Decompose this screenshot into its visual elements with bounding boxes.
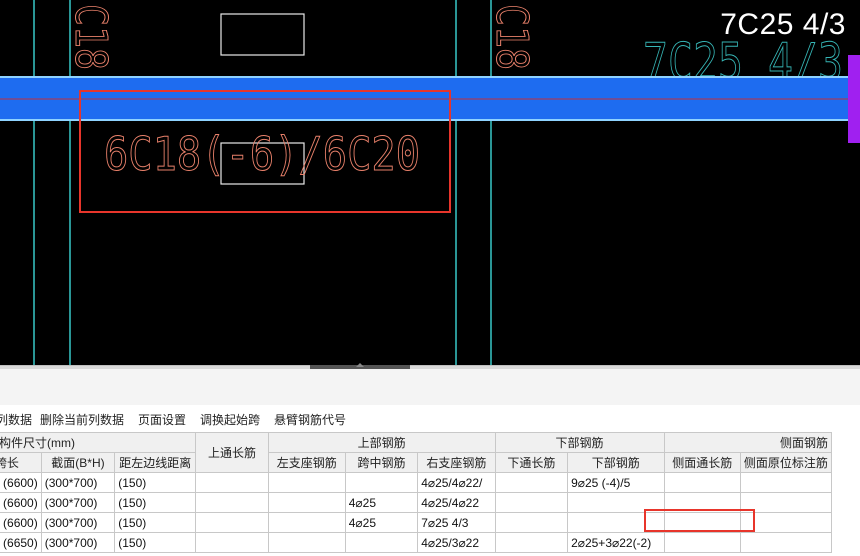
table-cell-span-len[interactable]: (6650): [0, 532, 42, 553]
group-header-side-rebar: 侧面钢筋: [663, 432, 832, 453]
table-cell-mid-span[interactable]: 4⌀25: [344, 512, 419, 533]
table-cell-bottom[interactable]: 9⌀25 (-4)/5: [567, 472, 665, 493]
cad-canvas[interactable]: C18 C18 7C25 4/3 6C18(-6)/6C20: [0, 0, 860, 365]
group-header-top-rebar: 上部钢筋: [267, 432, 496, 453]
table-cell-left-support[interactable]: [267, 512, 346, 533]
table-cell-span-len[interactable]: (6600): [0, 492, 42, 513]
table-cell-section[interactable]: (300*700): [40, 532, 116, 553]
table-cell-offset[interactable]: (150): [114, 492, 197, 513]
column-outline[interactable]: [220, 13, 305, 56]
table-cell-section[interactable]: (300*700): [40, 512, 116, 533]
column-rebar-label-left: C18: [65, 4, 116, 70]
table-cell-bottom-through[interactable]: [494, 512, 569, 533]
group-header-bottom-rebar: 下部钢筋: [494, 432, 665, 453]
table-cell-left-support[interactable]: [267, 532, 346, 553]
table-cell-top-through[interactable]: [195, 512, 269, 533]
col-header-side-web[interactable]: 侧面原位标注筋: [739, 452, 833, 473]
table-cell-right-support[interactable]: 4⌀25/4⌀22: [417, 492, 496, 513]
table-cell-span-len[interactable]: (6600): [0, 512, 42, 533]
table-cell-mid-span[interactable]: 4⌀25: [344, 492, 419, 513]
table-cell-left-support[interactable]: [267, 492, 346, 513]
table-cell-bottom-through[interactable]: [494, 532, 569, 553]
table-cell-bottom[interactable]: 2⌀25+3⌀22(-2): [567, 532, 665, 553]
toolbar-copy-column-button[interactable]: 列数据: [0, 411, 32, 428]
col-header-mid-span[interactable]: 跨中钢筋: [344, 452, 419, 473]
span-table-panel: 构件尺寸(mm) 上通长筋 上部钢筋 下部钢筋 侧面钢筋 跨长 截面(B*H) …: [0, 432, 860, 556]
side-tab[interactable]: [848, 55, 860, 143]
table-row[interactable]: (6600) (300*700) (150) 4⌀25/4⌀22/9⌀25 (-4)/…: [0, 472, 833, 493]
col-header-side-through[interactable]: 侧面通长筋: [663, 452, 741, 473]
beam-rebar-annotation[interactable]: 6C18(-6)/6C20: [104, 127, 421, 182]
table-cell-side-through[interactable]: [663, 472, 741, 493]
table-cell-right-support[interactable]: 4⌀25/4⌀22/: [417, 472, 496, 493]
table-cell-top-through[interactable]: [195, 472, 269, 493]
group-header-dims: 构件尺寸(mm): [0, 432, 197, 453]
span-table: 构件尺寸(mm) 上通长筋 上部钢筋 下部钢筋 侧面钢筋 跨长 截面(B*H) …: [0, 432, 833, 553]
col-header-left-support[interactable]: 左支座钢筋: [267, 452, 346, 473]
splitter-arrow-icon[interactable]: [356, 363, 364, 367]
table-cell-top-through[interactable]: [195, 532, 269, 553]
table-cell-mid-span[interactable]: [344, 532, 419, 553]
table-cell-offset[interactable]: (150): [114, 512, 197, 533]
toolbar-delete-column-button[interactable]: 删除当前列数据: [40, 411, 124, 428]
hud-label: 7C25 4/3: [720, 8, 846, 41]
col-header-bottom[interactable]: 下部钢筋: [567, 452, 665, 473]
col-header-bottom-through[interactable]: 下通长筋: [494, 452, 569, 473]
col-header-right-support[interactable]: 右支座钢筋: [417, 452, 496, 473]
table-cell-mid-span[interactable]: [344, 472, 419, 493]
col-header-top-through[interactable]: 上通长筋: [195, 432, 269, 473]
toolbar-swap-start-span-button[interactable]: 调换起始跨: [200, 411, 260, 428]
cell-highlight-box: [644, 509, 755, 532]
table-cell-side-web[interactable]: [739, 532, 833, 553]
table-row[interactable]: (6650) (300*700) (150) 4⌀25/3⌀22 2⌀25+3⌀22(-…: [0, 532, 833, 553]
toolbar-page-setup-button[interactable]: 页面设置: [138, 411, 186, 428]
table-toolbar: 列数据 删除当前列数据 页面设置 调换起始跨 悬臂钢筋代号: [0, 405, 860, 432]
table-cell-offset[interactable]: (150): [114, 472, 197, 493]
column-rebar-label-right: C18: [486, 4, 537, 70]
table-cell-left-support[interactable]: [267, 472, 346, 493]
table-cell-side-through[interactable]: [663, 532, 741, 553]
table-cell-span-len[interactable]: (6600): [0, 472, 42, 493]
table-cell-section[interactable]: (300*700): [40, 492, 116, 513]
col-header-section[interactable]: 截面(B*H): [40, 452, 116, 473]
table-cell-side-web[interactable]: [739, 472, 833, 493]
col-header-offset[interactable]: 距左边线距离: [114, 452, 197, 473]
cad-viewport[interactable]: C18 C18 7C25 4/3 6C18(-6)/6C20 7C25 4/3: [0, 0, 860, 365]
table-cell-offset[interactable]: (150): [114, 532, 197, 553]
panel-header-strip: [0, 369, 860, 406]
table-cell-right-support[interactable]: 7⌀25 4/3: [417, 512, 496, 533]
toolbar-cantilever-code-button[interactable]: 悬臂钢筋代号: [274, 411, 346, 428]
col-header-span-length[interactable]: 跨长: [0, 452, 42, 473]
table-cell-bottom-through[interactable]: [494, 492, 569, 513]
table-cell-top-through[interactable]: [195, 492, 269, 513]
table-cell-section[interactable]: (300*700): [40, 472, 116, 493]
table-cell-bottom-through[interactable]: [494, 472, 569, 493]
table-cell-right-support[interactable]: 4⌀25/3⌀22: [417, 532, 496, 553]
